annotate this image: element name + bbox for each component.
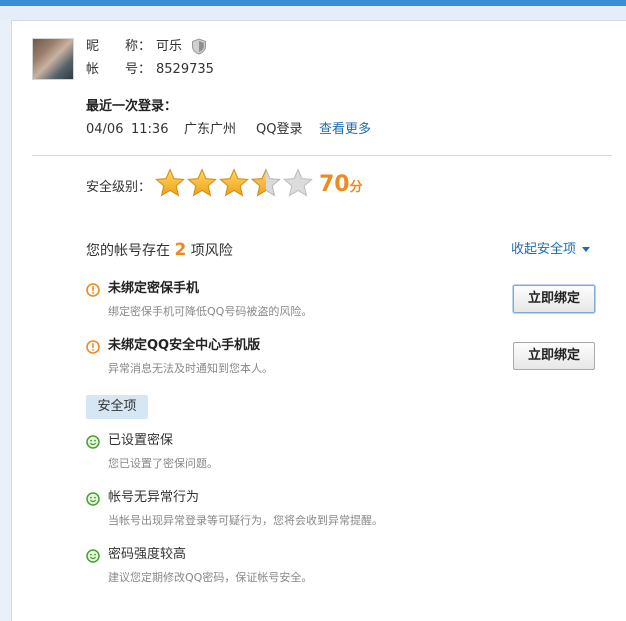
risk-suffix: 项风险	[190, 243, 233, 259]
security-score: 70分	[319, 172, 363, 197]
security-level-label: 安全级别：	[86, 180, 152, 195]
score-value: 70	[319, 172, 350, 197]
account-label: 帐 号：	[86, 62, 152, 77]
shield-icon[interactable]	[191, 38, 207, 55]
last-login-date: 04/06	[86, 122, 124, 137]
smile-icon	[86, 549, 100, 563]
view-more-link[interactable]: 查看更多	[319, 121, 371, 139]
risk-desc: 绑定密保手机可降低QQ号码被盗的风险。	[108, 305, 313, 318]
collapse-security-items[interactable]: 收起安全项	[511, 241, 591, 259]
last-login-location: 广东广州	[184, 122, 237, 137]
top-band	[0, 6, 626, 20]
star-empty-icon	[283, 168, 313, 197]
risk-prefix: 您的帐号存在	[86, 243, 170, 259]
safe-desc: 建议您定期修改QQ密码，保证帐号安全。	[108, 571, 313, 584]
divider	[32, 155, 612, 156]
avatar[interactable]	[32, 38, 74, 80]
safe-desc: 当帐号出现异常登录等可疑行为，您将会收到异常提醒。	[108, 514, 383, 527]
star-icon-2	[187, 168, 217, 197]
risk-summary: 您的帐号存在 2 项风险	[86, 239, 233, 262]
account-value: 8529735	[156, 62, 214, 77]
warning-icon	[86, 340, 100, 354]
last-login-heading: 最近一次登录：	[86, 99, 178, 114]
safe-items-tag: 安全项	[86, 395, 148, 419]
risk-title: 未绑定QQ安全中心手机版	[108, 338, 261, 353]
star-icon-3	[219, 168, 249, 197]
bind-app-button[interactable]: 立即绑定	[513, 342, 595, 370]
star-half-icon	[251, 168, 281, 197]
safe-title: 密码强度较高	[108, 547, 187, 562]
last-login-method: QQ登录	[256, 122, 303, 137]
smile-icon	[86, 492, 100, 506]
nickname-value: 可乐	[156, 39, 183, 54]
warning-icon	[86, 283, 100, 297]
last-login-time: 11:36	[131, 122, 169, 137]
collapse-label[interactable]: 收起安全项	[511, 242, 576, 257]
star-icon-1	[155, 168, 185, 197]
risk-count: 2	[174, 240, 187, 260]
safe-desc: 您已设置了密保问题。	[108, 457, 218, 470]
score-unit: 分	[349, 180, 363, 195]
smile-icon	[86, 435, 100, 449]
chevron-down-icon[interactable]	[582, 247, 591, 252]
safe-title: 帐号无异常行为	[108, 490, 200, 505]
risk-title: 未绑定密保手机	[108, 281, 200, 296]
nickname-label: 昵 称：	[86, 39, 152, 54]
risk-desc: 异常消息无法及时通知到您本人。	[108, 362, 273, 375]
bind-phone-button[interactable]: 立即绑定	[513, 285, 595, 313]
safe-title: 已设置密保	[108, 433, 174, 448]
